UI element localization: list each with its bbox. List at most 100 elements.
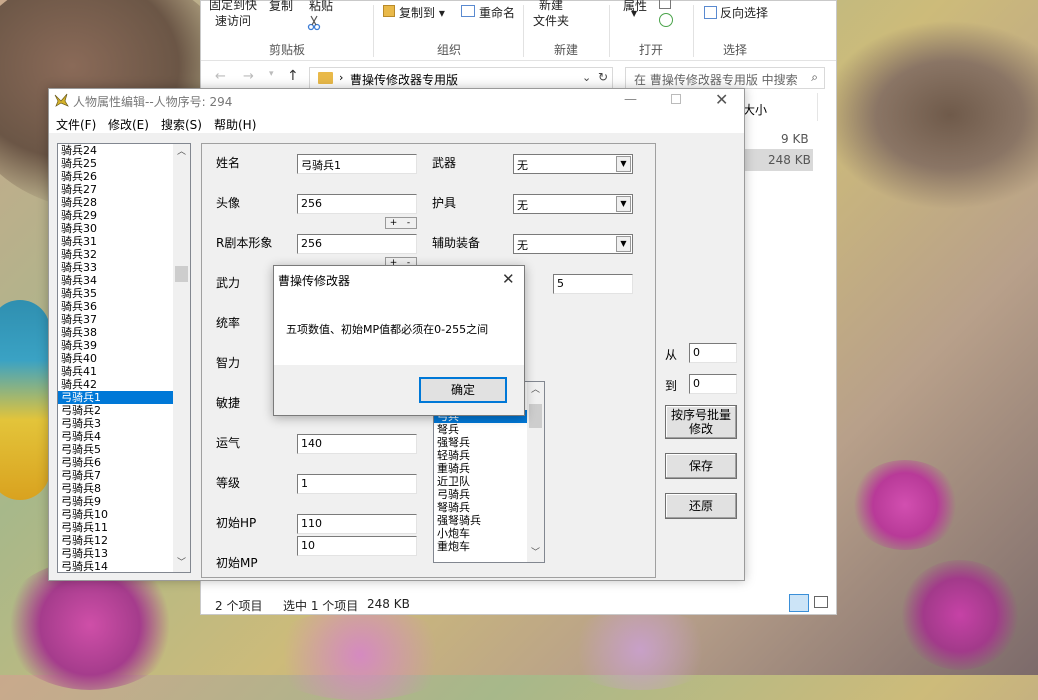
- unit-list-item[interactable]: 骑兵31: [58, 235, 190, 248]
- unit-list-item[interactable]: 骑兵38: [58, 326, 190, 339]
- scroll-up-icon[interactable]: ︿: [527, 382, 544, 399]
- unit-list-item[interactable]: 弓骑兵2: [58, 404, 190, 417]
- unit-list-item[interactable]: 弓骑兵9: [58, 495, 190, 508]
- save-button[interactable]: 保存: [665, 453, 737, 479]
- copy-button[interactable]: 复制: [269, 0, 293, 14]
- unit-listbox[interactable]: 骑兵24 骑兵25 骑兵26 骑兵27 骑兵28 骑兵29 骑兵30 骑兵31 骑兵32 骑兵33…: [57, 143, 191, 573]
- weapon-select[interactable]: 无 ▼: [513, 154, 633, 174]
- forward-arrow-icon[interactable]: →: [243, 69, 254, 84]
- agility-label: 敏捷: [216, 396, 241, 410]
- unit-list-item[interactable]: 骑兵41: [58, 365, 190, 378]
- unit-list-item[interactable]: 弓骑兵4: [58, 430, 190, 443]
- unit-list-item[interactable]: 弓骑兵11: [58, 521, 190, 534]
- up-arrow-icon[interactable]: ↑: [287, 68, 299, 84]
- unit-list-item[interactable]: 骑兵28: [58, 196, 190, 209]
- unit-list-item[interactable]: 骑兵25: [58, 157, 190, 170]
- unit-list-item[interactable]: 骑兵35: [58, 287, 190, 300]
- armor-select[interactable]: 无 ▼: [513, 194, 633, 214]
- unit-list-item[interactable]: 弓骑兵7: [58, 469, 190, 482]
- job-list-scrollbar[interactable]: ︿ ﹀: [527, 382, 544, 562]
- unit-list-item[interactable]: 弓骑兵8: [58, 482, 190, 495]
- level-field[interactable]: 1: [297, 474, 417, 494]
- hp-field[interactable]: 110: [297, 514, 417, 534]
- chevron-down-icon[interactable]: ▼: [616, 236, 631, 252]
- unit-list-item[interactable]: 骑兵37: [58, 313, 190, 326]
- chevron-down-icon[interactable]: ▼: [616, 196, 631, 212]
- dialog-title-bar[interactable]: 曹操传修改器 ✕: [274, 266, 524, 294]
- pin-quick-access-button[interactable]: 固定到快 速访问: [209, 0, 257, 29]
- menu-help[interactable]: 帮助(H): [214, 116, 256, 133]
- unit-list-scrollbar[interactable]: ︿ ﹀: [173, 144, 190, 572]
- search-input[interactable]: 在 曹操传修改器专用版 中搜索 ⌕: [625, 67, 825, 89]
- scroll-down-icon[interactable]: ﹀: [173, 555, 190, 572]
- address-bar[interactable]: › 曹操传修改器专用版 ⌄ ↻: [309, 67, 613, 89]
- unit-list-item[interactable]: 骑兵26: [58, 170, 190, 183]
- minimize-icon[interactable]: —: [624, 92, 637, 107]
- back-arrow-icon[interactable]: ←: [215, 69, 226, 84]
- close-icon[interactable]: ✕: [715, 90, 728, 109]
- unit-list-item[interactable]: 弓骑兵13: [58, 547, 190, 560]
- rmodel-field[interactable]: 256: [297, 234, 417, 254]
- menu-file[interactable]: 文件(F): [56, 116, 96, 133]
- mp-field[interactable]: 10: [297, 536, 417, 556]
- unit-list-item[interactable]: 骑兵42: [58, 378, 190, 391]
- copy-to-button[interactable]: 复制到 ▾: [399, 4, 445, 21]
- unit-list-item[interactable]: 弓骑兵12: [58, 534, 190, 547]
- invert-selection-button[interactable]: 反向选择: [720, 4, 768, 21]
- scroll-up-icon[interactable]: ︿: [173, 144, 190, 161]
- unit-list-item[interactable]: 骑兵27: [58, 183, 190, 196]
- unit-list-item[interactable]: 骑兵33: [58, 261, 190, 274]
- title-bar[interactable]: 人物属性编辑--人物序号: 294 — ✕: [49, 89, 744, 113]
- unit-list-item[interactable]: 骑兵34: [58, 274, 190, 287]
- unit-list-item[interactable]: 弓骑兵3: [58, 417, 190, 430]
- paste-button[interactable]: 粘贴: [309, 0, 333, 14]
- address-dropdown-icon[interactable]: ⌄: [582, 71, 591, 84]
- chevron-down-icon[interactable]: ▼: [616, 156, 631, 172]
- increment-button[interactable]: +: [386, 218, 401, 228]
- scroll-thumb[interactable]: [175, 266, 188, 282]
- menu-edit[interactable]: 修改(E): [108, 116, 149, 133]
- new-folder-button[interactable]: 新建 文件夹: [533, 0, 569, 29]
- unit-list-item[interactable]: 弓骑兵10: [58, 508, 190, 521]
- open-icon[interactable]: [659, 0, 671, 9]
- unit-list-item[interactable]: 弓骑兵14: [58, 560, 190, 572]
- unit-list-item[interactable]: 骑兵40: [58, 352, 190, 365]
- close-icon[interactable]: ✕: [502, 270, 515, 288]
- extra-field[interactable]: 5: [553, 274, 633, 294]
- range-from-field[interactable]: 0: [689, 343, 737, 363]
- portrait-field[interactable]: 256: [297, 194, 417, 214]
- large-icons-view-icon[interactable]: [814, 596, 828, 608]
- unit-list-item[interactable]: 弓骑兵1: [58, 391, 190, 404]
- range-to-label: 到: [665, 379, 678, 393]
- unit-list-item[interactable]: 骑兵29: [58, 209, 190, 222]
- restore-button[interactable]: 还原: [665, 493, 737, 519]
- unit-list-item[interactable]: 弓骑兵5: [58, 443, 190, 456]
- name-field[interactable]: 弓骑兵1: [297, 154, 417, 174]
- history-icon[interactable]: [659, 13, 673, 27]
- unit-list-item[interactable]: 弓骑兵6: [58, 456, 190, 469]
- scissors-icon[interactable]: [307, 15, 321, 31]
- unit-list-item[interactable]: 骑兵30: [58, 222, 190, 235]
- decrement-button[interactable]: -: [401, 218, 416, 228]
- unit-list-item[interactable]: 骑兵24: [58, 144, 190, 157]
- unit-list-item[interactable]: 骑兵36: [58, 300, 190, 313]
- ok-button[interactable]: 确定: [419, 377, 507, 403]
- unit-list-item[interactable]: 骑兵32: [58, 248, 190, 261]
- maximize-icon[interactable]: [671, 94, 681, 104]
- luck-field[interactable]: 140: [297, 434, 417, 454]
- scroll-thumb[interactable]: [529, 404, 542, 428]
- aux-equip-select[interactable]: 无 ▼: [513, 234, 633, 254]
- invert-selection-icon: [704, 6, 717, 19]
- recent-chevron-icon[interactable]: ▾: [269, 69, 274, 79]
- rename-button[interactable]: 重命名: [479, 4, 515, 21]
- batch-modify-button[interactable]: 按序号批量 修改: [665, 405, 737, 439]
- breadcrumb-path[interactable]: 曹操传修改器专用版: [350, 71, 458, 88]
- range-to-field[interactable]: 0: [689, 374, 737, 394]
- portrait-stepper[interactable]: + -: [385, 217, 417, 229]
- menu-search[interactable]: 搜索(S): [161, 116, 202, 133]
- unit-list-item[interactable]: 骑兵39: [58, 339, 190, 352]
- column-header-size[interactable]: 大小: [743, 101, 767, 118]
- refresh-icon[interactable]: ↻: [598, 70, 608, 84]
- details-view-icon[interactable]: [789, 594, 809, 612]
- scroll-down-icon[interactable]: ﹀: [527, 545, 544, 562]
